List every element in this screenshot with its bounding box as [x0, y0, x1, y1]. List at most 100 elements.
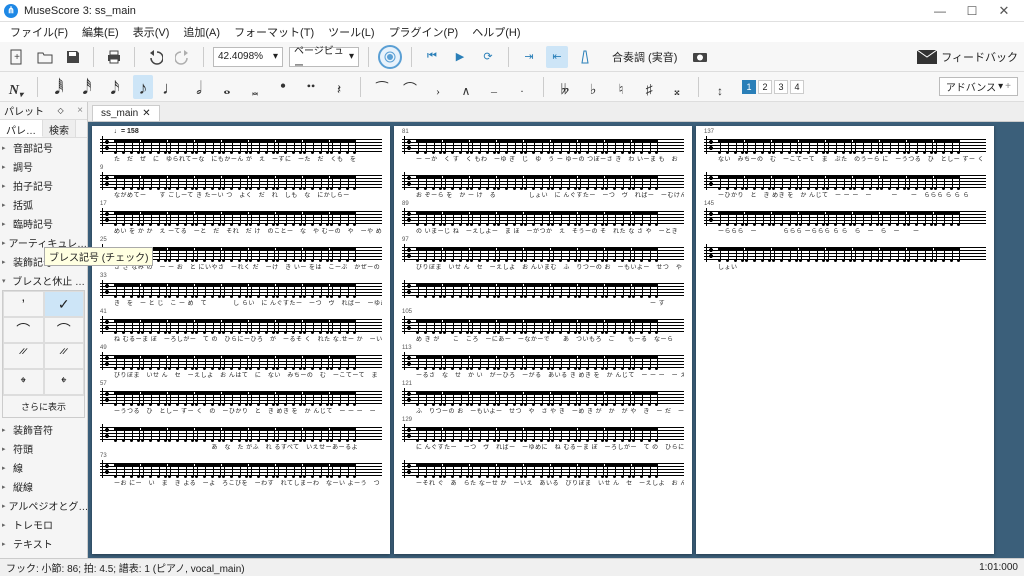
accent-button[interactable]: ∧	[456, 75, 476, 99]
palette-pin-icon[interactable]: ◇	[58, 106, 64, 115]
note-quarter[interactable]: ♩	[161, 75, 181, 99]
loop-in-button[interactable]: ⇥	[518, 46, 540, 68]
pal-lines[interactable]: ▸線	[0, 458, 87, 477]
menubar: ファイル(F) 編集(E) 表示(V) 追加(A) フォーマット(T) ツール(…	[0, 22, 1024, 42]
breath-caesura2[interactable]: ⌒	[44, 317, 85, 343]
sharp-button[interactable]: ♯	[639, 75, 659, 99]
save-button[interactable]	[62, 46, 84, 68]
open-button[interactable]	[34, 46, 56, 68]
double-sharp-button[interactable]: 𝄪	[667, 75, 687, 99]
flat-button[interactable]: ♭	[583, 75, 603, 99]
note-16th[interactable]: 𝅘𝅥𝅯	[105, 75, 125, 99]
double-flat-button[interactable]: 𝄫	[555, 75, 575, 99]
loop-button[interactable]: ⟳	[477, 46, 499, 68]
status-left: フック: 小節: 86; 拍: 4.5; 譜表: 1 (ピアノ, vocal_m…	[6, 560, 245, 575]
workspace-select[interactable]: アドバンス ▾ +	[939, 77, 1018, 96]
view-select[interactable]: ページビュー▾	[289, 47, 359, 67]
note-half[interactable]: 𝅗𝅥	[189, 75, 209, 99]
tenuto-button[interactable]: –	[484, 75, 504, 99]
palette-panel: パレット ◇ × パレ… 検索 ▸音部記号 ▸調号 ▸拍子記号 ▸括弧 ▸臨時記…	[0, 102, 88, 558]
flip-button[interactable]: ↕	[710, 75, 730, 99]
pal-noteheads[interactable]: ▸符頭	[0, 439, 87, 458]
tab-ssmain[interactable]: ss_main✕	[92, 105, 160, 121]
marcato-button[interactable]: ›	[428, 75, 448, 99]
pal-clefs[interactable]: ▸音部記号	[0, 138, 87, 157]
feedback-label: フィードバック	[941, 49, 1018, 65]
staccato-button[interactable]: ·	[512, 75, 532, 99]
note-whole[interactable]: 𝅝	[217, 75, 237, 99]
voice-1[interactable]: 1	[742, 80, 756, 94]
pal-timesig[interactable]: ▸拍子記号	[0, 176, 87, 195]
palette-tabs: パレ… 検索	[0, 120, 87, 138]
pal-tempo[interactable]: ▸テンポ	[0, 553, 87, 558]
breath-short2[interactable]: 𝄌	[44, 369, 85, 395]
app-icon: ⋔	[4, 4, 18, 18]
voice-4[interactable]: 4	[790, 80, 804, 94]
rewind-button[interactable]: ⏮	[421, 46, 443, 68]
menu-view[interactable]: 表示(V)	[127, 22, 176, 42]
menu-add[interactable]: 追加(A)	[177, 22, 226, 42]
metronome-button[interactable]	[574, 46, 596, 68]
natural-button[interactable]: ♮	[611, 75, 631, 99]
slur-button[interactable]: ⌒	[400, 75, 420, 99]
breath-comma[interactable]: ’	[3, 291, 44, 317]
note-double-dot[interactable]: ••	[301, 75, 321, 99]
pal-keysig[interactable]: ▸調号	[0, 157, 87, 176]
maximize-button[interactable]: ☐	[956, 0, 988, 22]
breath-short1[interactable]: 𝄌	[3, 369, 44, 395]
concert-pitch-toggle[interactable]	[378, 45, 402, 69]
workspace-label: アドバンス	[946, 79, 996, 94]
paper-wrap[interactable]: ♩= 158た だ ぜ に ゆられてーな にもかーん が え ーずに ーた だ …	[88, 122, 1024, 558]
menu-plugins[interactable]: プラグイン(P)	[383, 22, 465, 42]
breath-tick1[interactable]: 𝄓	[3, 343, 44, 369]
tie-button[interactable]: ⁀	[372, 75, 392, 99]
breath-check[interactable]: ✓	[44, 291, 85, 317]
close-button[interactable]: ✕	[988, 0, 1020, 22]
zoom-select[interactable]: 42.4098%▾	[213, 47, 283, 67]
palette-close[interactable]: ×	[77, 105, 83, 116]
note-breve[interactable]: 𝅜	[245, 75, 265, 99]
zoom-value: 42.4098%	[218, 51, 263, 62]
print-button[interactable]	[103, 46, 125, 68]
new-button[interactable]: +	[6, 46, 28, 68]
redo-button[interactable]	[172, 46, 194, 68]
breath-tick2[interactable]: 𝄓	[44, 343, 85, 369]
pal-brackets[interactable]: ▸括弧	[0, 195, 87, 214]
voice-2[interactable]: 2	[758, 80, 772, 94]
note-8th[interactable]: ♪	[133, 75, 153, 99]
pal-barlines[interactable]: ▸縦線	[0, 477, 87, 496]
loop-out-button[interactable]: ⇤	[546, 46, 568, 68]
voice-3[interactable]: 3	[774, 80, 788, 94]
pal-arpeggio[interactable]: ▸アルペジオとグ…	[0, 496, 87, 515]
menu-edit[interactable]: 編集(E)	[76, 22, 125, 42]
rest-button[interactable]: 𝄽	[329, 75, 349, 99]
note-dot[interactable]: •	[273, 75, 293, 99]
breath-caesura1[interactable]: ⌒	[3, 317, 44, 343]
note-32nd[interactable]: 𝅘𝅥𝅰	[77, 75, 97, 99]
pal-breaths[interactable]: ▾ブレスと休止 …	[0, 271, 87, 290]
minimize-button[interactable]: —	[924, 0, 956, 22]
tab-close-icon[interactable]: ✕	[142, 108, 150, 119]
palette-tab-palettes[interactable]: パレ…	[0, 120, 43, 137]
note-input-mode[interactable]: N▾	[6, 75, 26, 99]
pal-tremolo[interactable]: ▸トレモロ	[0, 515, 87, 534]
note-64th[interactable]: 𝅘𝅥𝅱	[49, 75, 69, 99]
camera-button[interactable]	[689, 46, 711, 68]
pal-more[interactable]: さらに表示	[3, 395, 84, 417]
svg-text:+: +	[14, 52, 20, 63]
menu-format[interactable]: フォーマット(T)	[228, 22, 320, 42]
undo-button[interactable]	[144, 46, 166, 68]
menu-help[interactable]: ヘルプ(H)	[466, 22, 526, 42]
score-tabs: ss_main✕	[88, 102, 1024, 122]
feedback-button[interactable]: フィードバック	[917, 49, 1018, 65]
play-button[interactable]: ▶	[449, 46, 471, 68]
pal-text[interactable]: ▸テキスト	[0, 534, 87, 553]
concert-pitch-label: 合奏調 (実音)	[612, 49, 677, 65]
tooltip: ブレス記号 (チェック)	[44, 247, 153, 266]
pal-grace[interactable]: ▸装飾音符	[0, 420, 87, 439]
palette-tab-search[interactable]: 検索	[43, 120, 76, 137]
menu-file[interactable]: ファイル(F)	[4, 22, 74, 42]
pal-accidentals[interactable]: ▸臨時記号	[0, 214, 87, 233]
page-1: ♩= 158た だ ぜ に ゆられてーな にもかーん が え ーずに ーた だ …	[92, 126, 390, 554]
menu-tools[interactable]: ツール(L)	[322, 22, 380, 42]
